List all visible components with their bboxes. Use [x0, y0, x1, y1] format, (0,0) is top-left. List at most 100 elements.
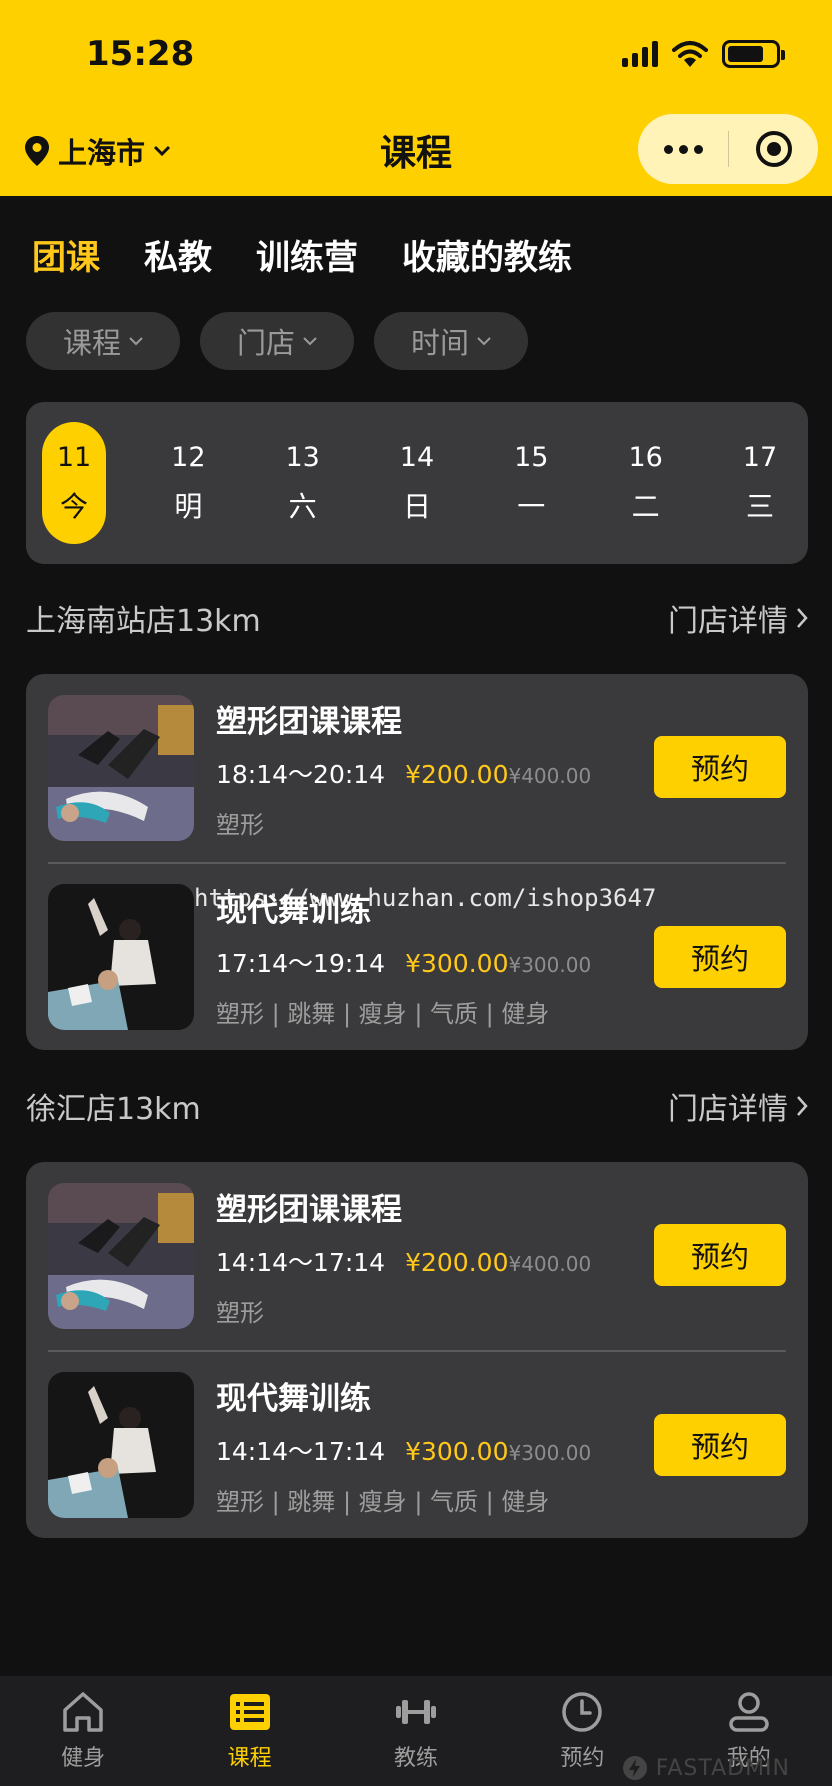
tabbar-label: 预约 [560, 1746, 605, 1771]
store-name: 上海南站店13km [26, 604, 261, 639]
brand-watermark: FASTADMIN [622, 1755, 790, 1781]
store-detail-link[interactable]: 门店详情 [668, 596, 808, 640]
wifi-icon [672, 41, 708, 67]
course-name: 塑形团课课程 [216, 704, 402, 740]
chevron-right-icon [797, 608, 808, 628]
store-detail-link[interactable]: 门店详情 [668, 1084, 808, 1128]
filter-label: 课程 [62, 326, 121, 360]
date-day: 16 [628, 441, 663, 473]
course-original-price: ¥400.00 [508, 764, 592, 788]
date-item[interactable]: 13 六 [271, 422, 335, 544]
course-name: 现代舞训练 [216, 1381, 371, 1417]
location-label: 上海市 [58, 136, 146, 170]
course-price: ¥300.00 [405, 1437, 509, 1466]
filter-label: 门店 [236, 326, 295, 360]
tabbar-item-fitness[interactable]: 健身 [23, 1688, 143, 1786]
more-button[interactable] [638, 114, 728, 184]
dumbbell-icon [395, 1700, 436, 1724]
book-button[interactable]: 预约 [654, 1224, 786, 1286]
signal-icon [622, 41, 658, 67]
course-time: 14:14～17:14 [216, 1437, 386, 1466]
date-weekday: 三 [745, 489, 774, 523]
mini-program-capsule [638, 114, 818, 184]
course-item[interactable]: 现代舞训练 17:14～19:14 ¥300.00 ¥300.00 塑形 | 跳… [48, 862, 786, 1050]
category-tabs: 团课 私教 训练营 收藏的教练 [32, 230, 572, 279]
date-item[interactable]: 17 三 [728, 422, 792, 544]
location-pin-icon [25, 136, 49, 166]
course-item[interactable]: 塑形团课课程 18:14～20:14 ¥200.00 ¥400.00 塑形 预约 [48, 674, 786, 862]
tab-favorite-coaches[interactable]: 收藏的教练 [402, 230, 572, 279]
filter-time[interactable]: 时间 [374, 312, 528, 370]
date-weekday: 日 [402, 489, 431, 523]
tab-group-class[interactable]: 团课 [32, 230, 100, 279]
date-item[interactable]: 14 日 [385, 422, 449, 544]
book-button[interactable]: 预约 [654, 1414, 786, 1476]
date-item[interactable]: 15 一 [499, 422, 563, 544]
tabbar-label: 教练 [393, 1746, 438, 1771]
brand-text: FASTADMIN [655, 1755, 790, 1781]
store-detail-label: 门店详情 [668, 1092, 788, 1127]
course-card: 塑形团课课程 14:14～17:14 ¥200.00 ¥400.00 塑形 预约… [26, 1162, 808, 1538]
store-header: 徐汇店13km 门店详情 [26, 1084, 808, 1128]
book-button[interactable]: 预约 [654, 926, 786, 988]
store-detail-label: 门店详情 [668, 604, 788, 639]
tabbar-item-coaches[interactable]: 教练 [356, 1688, 476, 1786]
date-weekday: 六 [288, 489, 317, 523]
course-item[interactable]: 现代舞训练 14:14～17:14 ¥300.00 ¥300.00 塑形 | 跳… [48, 1350, 786, 1538]
course-time: 14:14～17:14 [216, 1248, 386, 1277]
tabbar-label: 健身 [61, 1746, 106, 1771]
tabbar-item-courses[interactable]: 课程 [190, 1688, 310, 1786]
date-weekday: 今 [59, 489, 88, 523]
course-price: ¥300.00 [405, 949, 509, 978]
date-weekday: 明 [174, 489, 203, 523]
course-thumbnail [48, 1183, 194, 1329]
chevron-right-icon [797, 1096, 808, 1116]
book-button[interactable]: 预约 [654, 736, 786, 798]
clock-icon [562, 1692, 603, 1732]
course-original-price: ¥300.00 [508, 953, 592, 977]
location-selector[interactable]: 上海市 [24, 130, 171, 172]
close-button[interactable] [729, 114, 818, 184]
course-thumbnail [48, 884, 194, 1030]
tab-training-camp[interactable]: 训练营 [256, 230, 358, 279]
course-card: 塑形团课课程 18:14～20:14 ¥200.00 ¥400.00 塑形 预约… [26, 674, 808, 1050]
header-bar: 15:28 上海市 课程 [0, 0, 832, 196]
list-icon [229, 1694, 270, 1730]
course-original-price: ¥400.00 [508, 1252, 592, 1276]
chevron-down-icon [477, 336, 491, 345]
date-weekday: 一 [517, 489, 546, 523]
filter-bar: 课程 门店 时间 [26, 312, 528, 370]
course-tags: 塑形 | 跳舞 | 瘦身 | 气质 | 健身 [216, 1000, 550, 1028]
course-time: 18:14～20:14 [216, 760, 386, 789]
course-thumbnail [48, 695, 194, 841]
course-price: ¥200.00 [405, 760, 509, 789]
store-name: 徐汇店13km [26, 1092, 201, 1127]
course-thumbnail [48, 1372, 194, 1518]
course-price: ¥200.00 [405, 1248, 509, 1277]
date-day: 12 [171, 441, 206, 473]
course-name: 现代舞训练 [216, 893, 371, 929]
course-tags: 塑形 | 跳舞 | 瘦身 | 气质 | 健身 [216, 1488, 550, 1516]
filter-label: 时间 [410, 326, 469, 360]
status-time: 15:28 [86, 34, 195, 74]
tabbar-label: 课程 [227, 1746, 272, 1771]
date-day: 11 [56, 441, 92, 473]
target-icon [755, 131, 792, 167]
lightning-logo-icon [622, 1756, 647, 1780]
filter-course[interactable]: 课程 [26, 312, 180, 370]
filter-store[interactable]: 门店 [200, 312, 354, 370]
course-tags: 塑形 [216, 1299, 264, 1327]
date-item[interactable]: 16 二 [614, 422, 678, 544]
status-icons [622, 40, 785, 68]
chevron-down-icon [303, 336, 317, 345]
course-name: 塑形团课课程 [216, 1192, 402, 1228]
date-selector: 11 今 12 明 13 六 14 日 15 一 16 二 17 三 [26, 402, 808, 564]
course-original-price: ¥300.00 [508, 1441, 592, 1465]
course-item[interactable]: 塑形团课课程 14:14～17:14 ¥200.00 ¥400.00 塑形 预约 [48, 1162, 786, 1350]
date-day: 15 [514, 441, 549, 473]
course-time: 17:14～19:14 [216, 949, 386, 978]
tab-private-coach[interactable]: 私教 [144, 230, 212, 279]
date-item[interactable]: 11 今 [42, 422, 106, 544]
date-item[interactable]: 12 明 [156, 422, 220, 544]
store-header: 上海南站店13km 门店详情 [26, 596, 808, 640]
